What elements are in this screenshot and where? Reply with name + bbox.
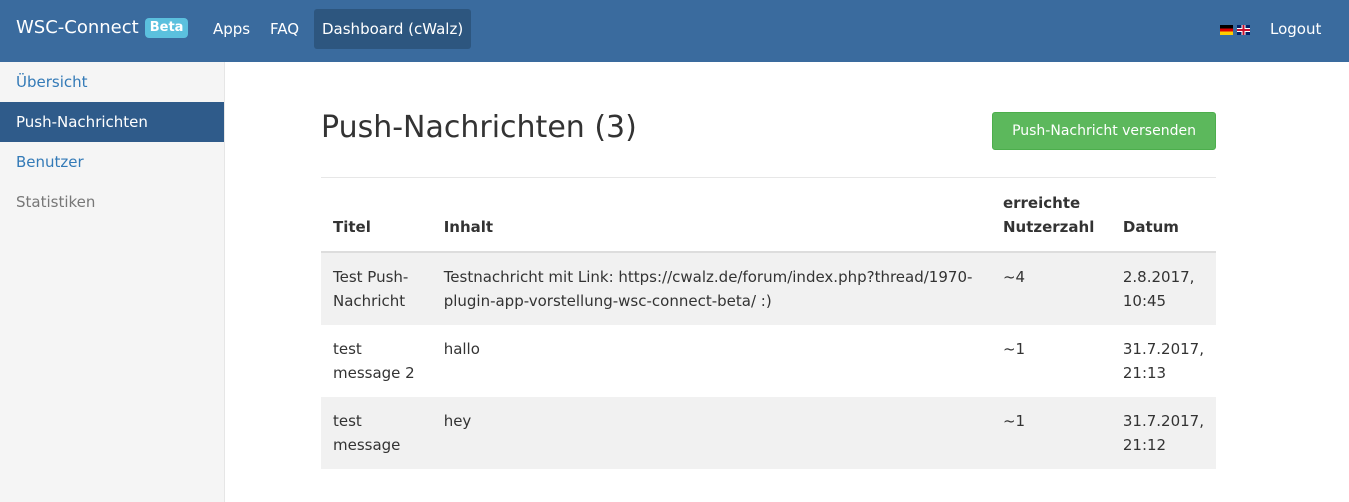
cell-date: 31.7.2017, 21:13: [1122, 340, 1204, 382]
header-inhalt: Inhalt: [431, 187, 991, 253]
brand[interactable]: WSC-Connect Beta: [16, 17, 189, 38]
header-titel: Titel: [321, 187, 432, 253]
cell-content: hallo: [443, 340, 480, 358]
sidebar: Übersicht Push-Nachrichten Benutzer Stat…: [0, 62, 225, 502]
table-row: test message 2 hallo ~1 31.7.2017, 21:13: [321, 325, 1216, 397]
cell-title: Test Push-Nachricht: [321, 252, 432, 325]
cell-reach: ~1: [1002, 340, 1026, 358]
top-navbar: WSC-Connect Beta Apps FAQ Dashboard (cWa…: [0, 0, 1349, 62]
brand-name[interactable]: WSC-Connect: [16, 17, 139, 38]
cell-reach: ~1: [990, 397, 1111, 469]
table-row: test message hey ~1 31.7.2017, 21:12: [321, 397, 1216, 469]
nav-dashboard[interactable]: Dashboard (cWalz): [314, 9, 472, 49]
cell-title: test message: [321, 397, 432, 469]
push-table: Titel Inhalt erreichte Nutzerzahl Datum …: [321, 187, 1216, 469]
table-header-row: Titel Inhalt erreichte Nutzerzahl Datum: [321, 187, 1216, 253]
header-nutzerzahl: erreichte Nutzerzahl: [990, 187, 1111, 253]
cell-date: 31.7.2017, 21:12: [1110, 397, 1216, 469]
cell-reach: ~4: [990, 252, 1111, 325]
beta-badge: Beta: [144, 17, 189, 38]
sidebar-item-benutzer[interactable]: Benutzer: [0, 142, 224, 182]
sidebar-item-push-nachrichten[interactable]: Push-Nachrichten: [0, 102, 224, 142]
german-flag-icon[interactable]: [1220, 25, 1233, 35]
cell-content: hey: [431, 397, 991, 469]
logout-link[interactable]: Logout: [1264, 11, 1327, 47]
cell-title: test message 2: [333, 340, 415, 382]
nav-apps[interactable]: Apps: [205, 9, 258, 49]
language-switcher: [1220, 25, 1250, 35]
send-push-button[interactable]: Push-Nachricht versenden: [992, 112, 1216, 150]
sidebar-item-statistiken[interactable]: Statistiken: [0, 182, 224, 222]
nav-faq[interactable]: FAQ: [262, 9, 307, 49]
cell-content: Testnachricht mit Link: https://cwalz.de…: [431, 252, 991, 325]
divider: [321, 177, 1216, 178]
cell-date: 2.8.2017, 10:45: [1110, 252, 1216, 325]
page-title: Push-Nachrichten (3): [321, 110, 637, 145]
sidebar-item-uebersicht[interactable]: Übersicht: [0, 62, 224, 102]
uk-flag-icon[interactable]: [1237, 25, 1250, 35]
table-row: Test Push-Nachricht Testnachricht mit Li…: [321, 252, 1216, 325]
header-datum: Datum: [1110, 187, 1216, 253]
